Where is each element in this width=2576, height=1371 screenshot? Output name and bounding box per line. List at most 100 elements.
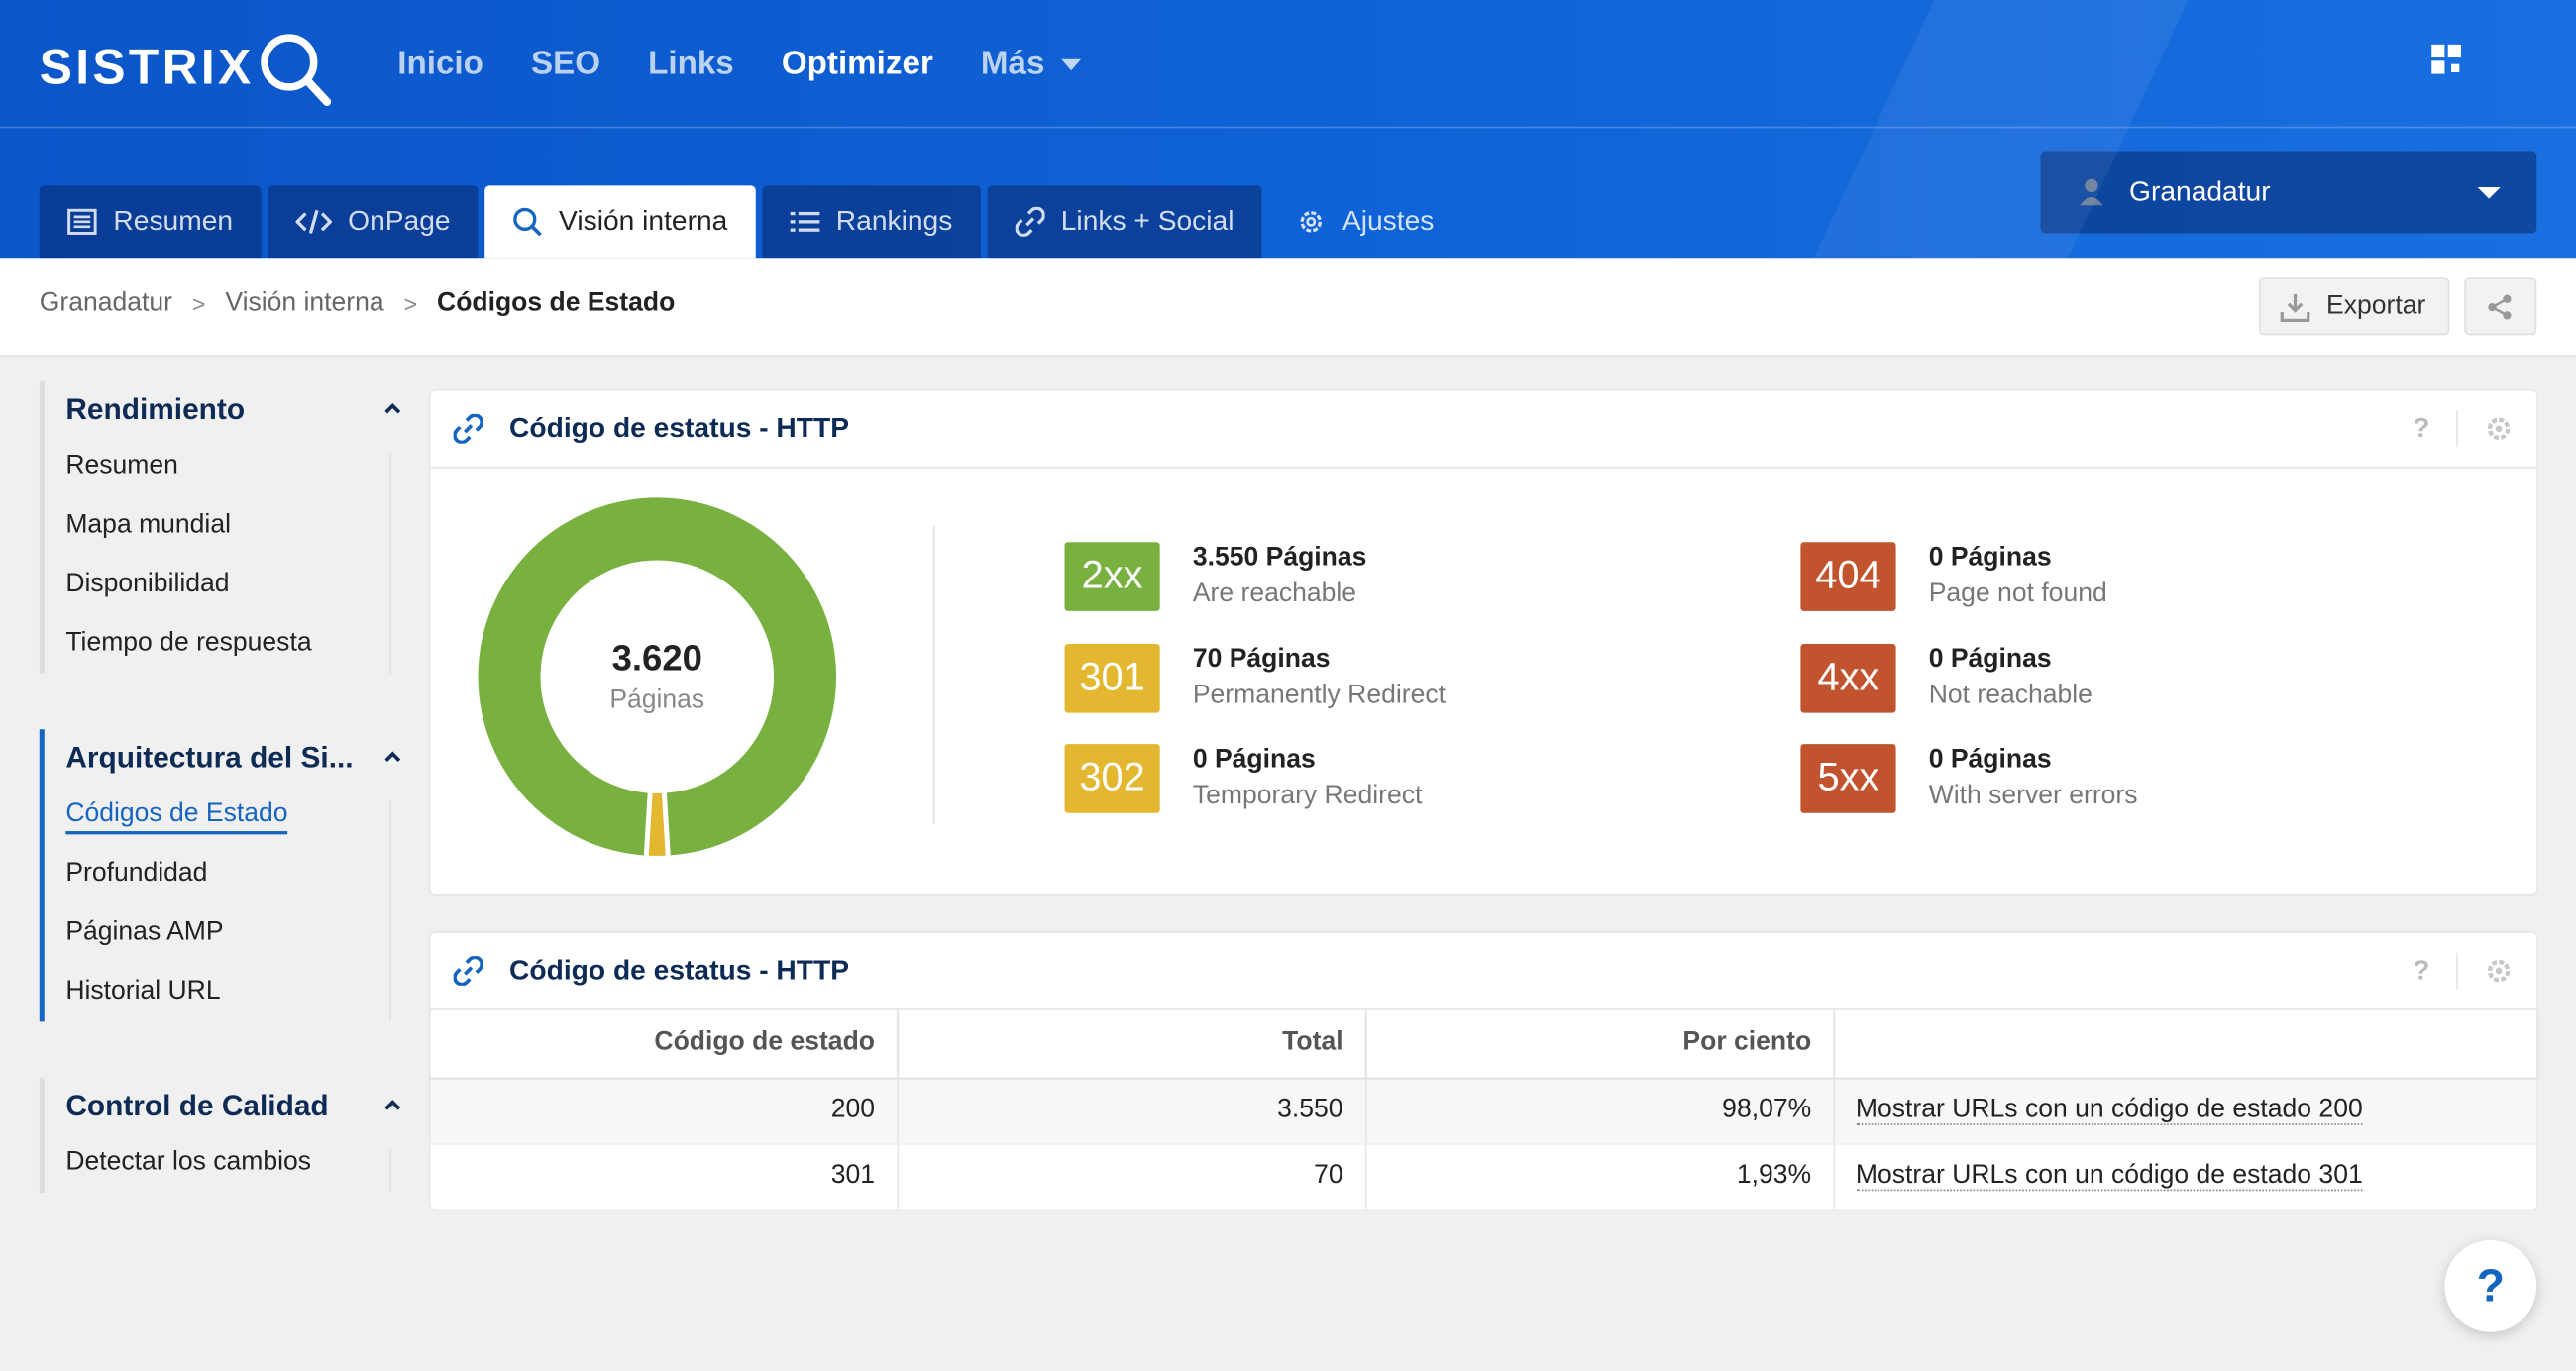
show-urls-link[interactable]: Mostrar URLs con un código de estado 200: [1856, 1096, 2363, 1125]
nav-optimizer[interactable]: Optimizer: [782, 46, 933, 83]
table-cell: 200: [430, 1077, 899, 1144]
sidebar-group-header[interactable]: Control de Calidad: [65, 1078, 404, 1133]
export-button[interactable]: Exportar: [2259, 277, 2450, 336]
stat-404: 404 0 Páginas Page not found: [1800, 542, 2107, 614]
logo-text: SISTRIX: [39, 41, 255, 96]
gear-icon[interactable]: [2484, 956, 2514, 986]
tab-rankings[interactable]: Rankings: [762, 185, 981, 259]
stat-desc: With server errors: [1928, 782, 2138, 810]
sidebar-item-disponibilidad[interactable]: Disponibilidad: [65, 555, 404, 614]
tab-ajustes[interactable]: Ajustes: [1268, 185, 1461, 258]
stat-pages: 0 Páginas: [1928, 543, 2052, 573]
chevron-down-icon: [1061, 59, 1081, 71]
nav-mas[interactable]: Más: [981, 46, 1081, 83]
help-icon[interactable]: ?: [2413, 412, 2429, 445]
sidebar-group-header[interactable]: Arquitectura del Si...: [65, 729, 404, 785]
project-selector[interactable]: Granadatur: [2040, 151, 2537, 234]
panel-actions: ?: [2413, 952, 2514, 990]
panel-header: Código de estatus - HTTP: [430, 933, 2537, 1010]
panel-header: Código de estatus - HTTP: [430, 391, 2537, 469]
panel-actions: ?: [2413, 410, 2514, 448]
chevron-down-icon: [2477, 186, 2501, 198]
stat-pages: 0 Páginas: [1192, 745, 1316, 775]
breadcrumb: Granadatur > Visión interna > Códigos de…: [40, 289, 676, 319]
stat-desc: Are reachable: [1192, 580, 1357, 608]
breadcrumb-bar: Granadatur > Visión interna > Códigos de…: [0, 258, 2576, 357]
chevron-right-icon: >: [403, 290, 418, 318]
chevron-right-icon: >: [191, 290, 206, 318]
project-avatar-icon: [2080, 178, 2103, 206]
tab-label: Resumen: [113, 205, 234, 237]
table-header-row: Código de estado Total Por ciento: [430, 1008, 2537, 1079]
stat-301: 301 70 Páginas Permanently Redirect: [1064, 644, 1446, 716]
help-icon[interactable]: ?: [2413, 954, 2429, 987]
chevron-up-icon: [384, 751, 401, 763]
column-header[interactable]: Código de estado: [430, 1008, 899, 1079]
sidebar-item-paginas-amp[interactable]: Páginas AMP: [65, 903, 404, 963]
apps-grid-icon[interactable]: [2431, 44, 2464, 85]
download-icon: [2280, 292, 2310, 322]
link-icon: [453, 956, 483, 986]
table-cell: 70: [897, 1143, 1366, 1211]
breadcrumb-item[interactable]: Granadatur: [40, 289, 172, 319]
sidebar-item-resumen[interactable]: Resumen: [65, 437, 404, 496]
nav-inicio[interactable]: Inicio: [397, 46, 483, 83]
tab-label: OnPage: [348, 205, 451, 237]
donut-total-label: Páginas: [609, 686, 705, 715]
sidebar-item-historial-url[interactable]: Historial URL: [65, 963, 404, 1022]
sidebar-item-detectar-cambios[interactable]: Detectar los cambios: [65, 1133, 404, 1193]
nav-seo[interactable]: SEO: [531, 46, 600, 83]
table-row: 200 3.550 98,07% Mostrar URLs con un cód…: [430, 1077, 2537, 1144]
table-cell: 1,93%: [1364, 1143, 1835, 1211]
breadcrumb-current: Códigos de Estado: [437, 288, 676, 318]
panel-title: Código de estatus - HTTP: [509, 412, 850, 444]
nav-mas-label: Más: [980, 46, 1045, 82]
status-overview-panel: Código de estatus - HTTP ? 3.620 Páginas…: [430, 390, 2537, 895]
column-header[interactable]: Total: [897, 1008, 1366, 1079]
tab-label: Rankings: [835, 205, 953, 237]
column-header: [1833, 1008, 2537, 1079]
link-icon: [1015, 206, 1045, 237]
nav-links[interactable]: Links: [648, 46, 734, 83]
status-table-panel: Código de estatus - HTTP ? Código de est…: [430, 932, 2537, 1211]
breadcrumb-item[interactable]: Visión interna: [225, 289, 383, 319]
table-cell: Mostrar URLs con un código de estado 301: [1833, 1143, 2537, 1211]
sidebar-item-mapa-mundial[interactable]: Mapa mundial: [65, 496, 404, 556]
tab-vision-interna[interactable]: Visión interna: [484, 185, 756, 259]
sidebar-group-title: Control de Calidad: [65, 1088, 329, 1121]
project-name: Granadatur: [2129, 175, 2271, 207]
main-nav: Inicio SEO Links Optimizer Más: [397, 46, 1081, 83]
column-header[interactable]: Por ciento: [1364, 1008, 1835, 1079]
chevron-up-icon: [384, 402, 401, 414]
divider: [932, 525, 935, 825]
search-icon: [513, 207, 543, 237]
stat-5xx: 5xx 0 Páginas With server errors: [1800, 744, 2138, 816]
tab-label: Ajustes: [1342, 205, 1435, 237]
header-divider: [0, 126, 2576, 129]
sidebar-item-tiempo-respuesta[interactable]: Tiempo de respuesta: [65, 614, 404, 674]
magnifier-logo-icon: [260, 34, 331, 106]
show-urls-link[interactable]: Mostrar URLs con un código de estado 301: [1856, 1161, 2363, 1192]
sidebar-group-control-calidad: Control de Calidad Detectar los cambios: [39, 1077, 404, 1193]
sistrix-logo[interactable]: SISTRIX: [40, 30, 333, 109]
sidebar-item-codigos-estado[interactable]: Códigos de Estado: [65, 786, 404, 845]
stat-pages: 0 Páginas: [1928, 645, 2052, 674]
stat-desc: Not reachable: [1928, 682, 2093, 710]
sidebar-group-header[interactable]: Rendimiento: [65, 381, 404, 437]
tab-label: Visión interna: [559, 205, 728, 237]
help-button[interactable]: ?: [2444, 1239, 2537, 1332]
tab-resumen[interactable]: Resumen: [39, 185, 262, 259]
sidebar: Rendimiento Resumen Mapa mundial Disponi…: [39, 380, 404, 1249]
table-cell: 301: [430, 1143, 899, 1211]
share-button[interactable]: [2464, 277, 2537, 336]
tab-links-social[interactable]: Links + Social: [987, 185, 1262, 259]
tab-onpage[interactable]: OnPage: [267, 185, 479, 259]
sidebar-group-title: Arquitectura del Si...: [65, 740, 354, 774]
status-badge: 302: [1064, 744, 1160, 813]
sidebar-item-profundidad[interactable]: Profundidad: [65, 844, 404, 903]
status-badge: 2xx: [1064, 542, 1160, 611]
sidebar-item-label: Códigos de Estado: [65, 800, 288, 835]
stat-2xx: 2xx 3.550 Páginas Are reachable: [1064, 542, 1366, 614]
stat-pages: 0 Páginas: [1928, 745, 2052, 775]
gear-icon[interactable]: [2484, 414, 2514, 444]
